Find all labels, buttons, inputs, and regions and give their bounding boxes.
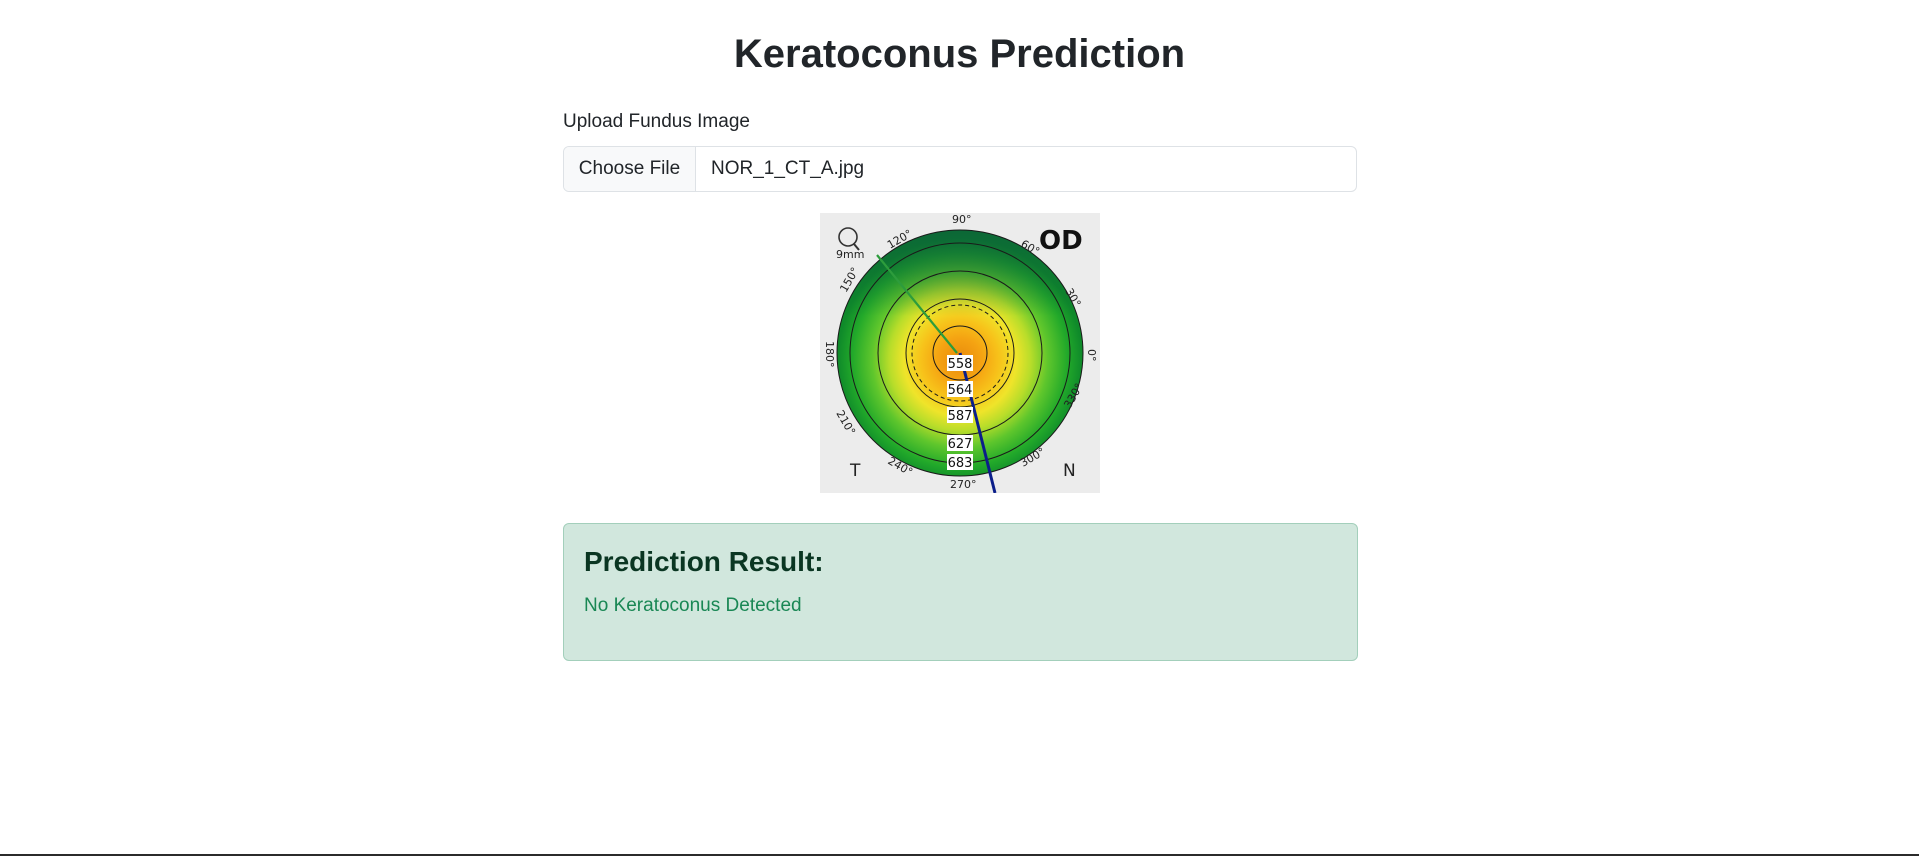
uploaded-image-preview: 90° 60° 30° 0° 330° 300° 270° 240° 210° … [820,213,1100,494]
page: Keratoconus Prediction Upload Fundus Ima… [0,0,1919,856]
thickness-value: 564 [948,383,973,398]
prediction-result-text: No Keratoconus Detected [584,595,802,616]
selected-file-name: NOR_1_CT_A.jpg [711,158,865,179]
prediction-result-alert: Prediction Result: No Keratoconus Detect… [563,523,1358,661]
prediction-result-heading: Prediction Result: [584,546,824,577]
scale-label: 9mm [836,248,864,261]
thickness-value: 683 [948,456,973,471]
eye-label: OD [1039,226,1083,256]
corneal-thickness-map: 90° 60° 30° 0° 330° 300° 270° 240° 210° … [823,213,1098,494]
angle-label: 0° [1085,349,1098,362]
file-input[interactable]: Choose File NOR_1_CT_A.jpg [563,146,1357,192]
angle-label: 90° [952,213,972,226]
upload-label: Upload Fundus Image [563,111,750,132]
choose-file-button[interactable]: Choose File [564,147,696,191]
thickness-value: 558 [948,357,973,372]
angle-label: 270° [950,478,977,491]
thickness-value: 587 [948,409,973,424]
page-title: Keratoconus Prediction [733,32,1186,76]
nasal-side-label: N [1063,461,1076,481]
angle-label: 180° [823,341,836,368]
magnifier-icon [838,227,860,251]
temporal-side-label: T [849,461,861,481]
thickness-value: 627 [948,437,973,452]
